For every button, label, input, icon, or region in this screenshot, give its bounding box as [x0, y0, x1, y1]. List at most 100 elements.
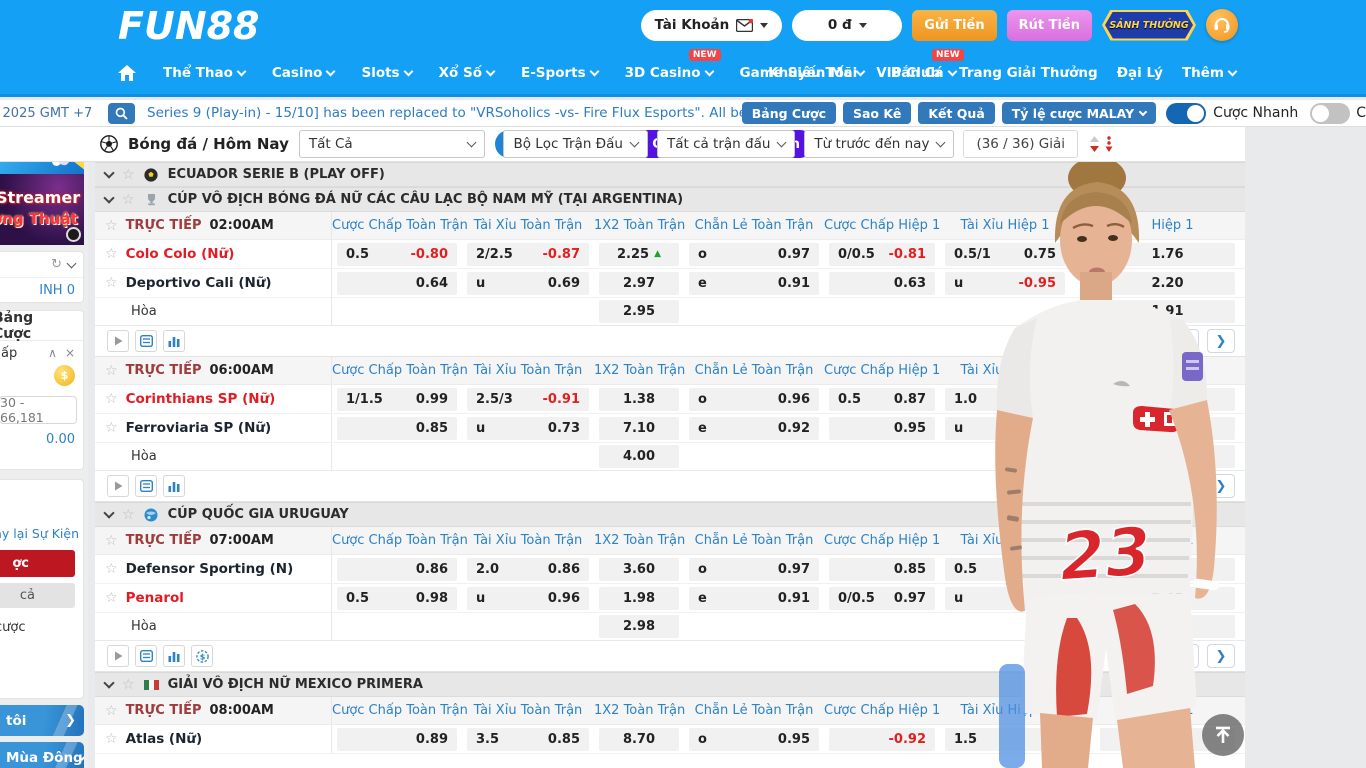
- favorite-star-icon[interactable]: ☆: [122, 508, 135, 522]
- favorite-star-icon[interactable]: ☆: [105, 591, 118, 605]
- play-button[interactable]: [107, 330, 129, 352]
- favorite-star-icon[interactable]: ☆: [105, 732, 118, 746]
- odds-button[interactable]: 1.5: [945, 728, 1065, 751]
- favorite-star-icon[interactable]: ☆: [122, 678, 135, 692]
- coin-button[interactable]: $: [191, 645, 213, 667]
- play-button[interactable]: [107, 645, 129, 667]
- stake-input[interactable]: 30 - 66,181: [0, 396, 77, 424]
- odds-button[interactable]: [1100, 388, 1235, 411]
- sort-icon[interactable]: [1087, 133, 1115, 155]
- home-icon[interactable]: [118, 65, 136, 81]
- league-header-cup-vo-ich-bong-a-nu-cac-cau-lac-bo-nam-my-tai-argentina[interactable]: ☆CÚP VÔ ĐỊCH BÓNG ĐÁ NỮ CÁC CÂU LẠC BỘ N…: [95, 187, 1245, 212]
- odds-button[interactable]: o0.95: [689, 728, 819, 751]
- odds-button[interactable]: 0.85: [829, 558, 935, 581]
- odds-button[interactable]: e0.91: [689, 272, 819, 295]
- nav-item-xo-so[interactable]: Xổ Số: [439, 65, 494, 81]
- support-button[interactable]: [1206, 9, 1238, 41]
- list-button[interactable]: [135, 645, 157, 667]
- odds-button[interactable]: -0.92: [829, 728, 935, 751]
- nav-item-3d-casino[interactable]: 3D CasinoNEW: [625, 65, 713, 81]
- nav-item-vip-club[interactable]: VIP Club: [876, 65, 940, 81]
- search-button[interactable]: [108, 103, 135, 124]
- odds-button[interactable]: 0.86: [337, 558, 457, 581]
- odds-button[interactable]: 3.60: [599, 558, 679, 581]
- favorite-star-icon[interactable]: ☆: [122, 168, 135, 182]
- withdraw-button[interactable]: Rút Tiền: [1007, 10, 1092, 41]
- all-matches-select[interactable]: Tất cả trận đấu: [657, 130, 795, 158]
- balance-menu[interactable]: 0 đ: [792, 10, 902, 41]
- odds-button[interactable]: 0.64: [337, 272, 457, 295]
- coin-icon[interactable]: $: [54, 365, 75, 386]
- chart-button[interactable]: [163, 330, 185, 352]
- back-to-events-link[interactable]: Quay lại Sự Kiện: [0, 526, 79, 541]
- team-name[interactable]: Atlas (Nữ): [126, 731, 203, 747]
- odds-button[interactable]: e0.91: [689, 587, 819, 610]
- odds-button[interactable]: 2.00.86: [467, 558, 589, 581]
- page-size-select[interactable]: 27: [1150, 474, 1199, 498]
- odds-button[interactable]: 0.95: [829, 417, 935, 440]
- nav-item-e-sports[interactable]: E-Sports: [521, 65, 598, 81]
- sidebar-promo-1[interactable]: tôi ❯: [0, 705, 84, 736]
- favorite-star-icon[interactable]: ☆: [105, 562, 118, 576]
- play-button[interactable]: [107, 475, 129, 497]
- bang-cuoc-button[interactable]: Bảng Cược: [742, 102, 836, 124]
- match-filter-select[interactable]: Bộ Lọc Trận Đấu: [503, 130, 648, 158]
- list-button[interactable]: [135, 475, 157, 497]
- odds-button[interactable]: 0/0.50.97: [829, 587, 935, 610]
- odds-button[interactable]: u0.69: [467, 272, 589, 295]
- odds-button[interactable]: 2.95: [599, 300, 679, 323]
- nav-item-khuyen-mai[interactable]: Khuyến Mãi: [768, 65, 857, 81]
- clear-all-button[interactable]: cả: [0, 583, 75, 608]
- page-size-select[interactable]: 27: [1150, 644, 1199, 668]
- collapse-icon[interactable]: ∧: [48, 346, 57, 360]
- team-name[interactable]: Corinthians SP (Nữ): [126, 391, 276, 407]
- favorite-star-icon[interactable]: ☆: [105, 704, 118, 718]
- sao-ke-button[interactable]: Sao Kê: [843, 102, 911, 124]
- odds-button[interactable]: 0.5/10.75: [945, 243, 1065, 266]
- chart-button[interactable]: [163, 645, 185, 667]
- close-icon[interactable]: ×: [65, 346, 75, 360]
- team-name[interactable]: Penarol: [126, 590, 184, 606]
- league-count-box[interactable]: (36 / 36) Giải: [963, 130, 1078, 158]
- league-header-giai-vo-ich-nu-mexico-primera[interactable]: ☆GIẢI VÔ ĐỊCH NỮ MEXICO PRIMERA: [95, 672, 1245, 697]
- odds-button[interactable]: 0.5: [945, 558, 1065, 581]
- refresh-icon[interactable]: ↻: [51, 257, 62, 272]
- odds-button[interactable]: 1.38: [599, 388, 679, 411]
- chevron-down-icon[interactable]: [103, 192, 114, 203]
- list-button[interactable]: [135, 330, 157, 352]
- odds-button[interactable]: 0.89: [337, 728, 457, 751]
- time-range-select[interactable]: Từ trước đến nay: [804, 130, 954, 158]
- odds-button[interactable]: o0.97: [689, 558, 819, 581]
- team-name[interactable]: Colo Colo (Nữ): [126, 246, 235, 262]
- favorite-star-icon[interactable]: ☆: [105, 276, 118, 290]
- deposit-button[interactable]: Gửi Tiền: [912, 10, 996, 41]
- favorite-star-icon[interactable]: ☆: [105, 392, 118, 406]
- team-name[interactable]: Defensor Sporting (N): [126, 561, 294, 577]
- next-page-button[interactable]: ❯: [1207, 329, 1235, 353]
- chevron-down-icon[interactable]: [103, 507, 114, 518]
- odds-button[interactable]: u0.73: [467, 417, 589, 440]
- chart-button[interactable]: [163, 475, 185, 497]
- scroll-top-button[interactable]: [1202, 714, 1244, 756]
- odds-button[interactable]: 1.0: [945, 388, 1065, 411]
- nav-item-the-thao[interactable]: Thể Thao: [163, 65, 245, 81]
- odds-button[interactable]: 7.10: [599, 417, 679, 440]
- chevron-down-icon[interactable]: [67, 258, 77, 268]
- odds-button[interactable]: [1100, 417, 1235, 440]
- next-page-button[interactable]: ❯: [1207, 474, 1235, 498]
- favorite-star-icon[interactable]: ☆: [105, 364, 118, 378]
- rewards-button[interactable]: SẢNH THƯỞNG: [1102, 10, 1196, 41]
- odds-button[interactable]: 2.25▲: [599, 243, 679, 266]
- favorite-star-icon[interactable]: ☆: [105, 534, 118, 548]
- odds-button[interactable]: 1.91: [1100, 300, 1235, 323]
- odds-button[interactable]: 2.20: [1100, 272, 1235, 295]
- page-size-select[interactable]: 27: [1150, 329, 1199, 353]
- sidebar-promo-2[interactable]: Mùa Đông: [0, 742, 84, 768]
- odds-button[interactable]: 0.5-0.80: [337, 243, 457, 266]
- league-header-cup-quoc-gia-uruguay[interactable]: ☆CÚP QUỐC GIA URUGUAY: [95, 502, 1245, 527]
- next-page-button[interactable]: ❯: [1207, 644, 1235, 668]
- quick-bet-toggle[interactable]: [1166, 103, 1206, 124]
- odds-button[interactable]: 8.70: [599, 728, 679, 751]
- odds-button[interactable]: 0.63: [829, 272, 935, 295]
- odds-button[interactable]: u0.96: [467, 587, 589, 610]
